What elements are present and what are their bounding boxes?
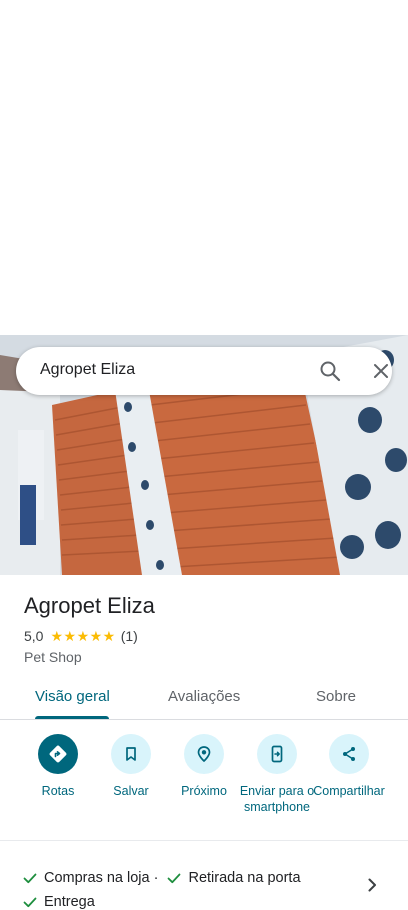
tab-reviews[interactable]: Avaliações <box>168 688 240 705</box>
bookmark-icon <box>111 734 151 774</box>
review-count[interactable]: (1) <box>121 628 138 644</box>
divider <box>0 840 408 841</box>
rating-value: 5,0 <box>24 628 44 644</box>
rating-row[interactable]: 5,0 ★★★★★ (1) <box>24 627 138 645</box>
tab-bar: Visão geral Avaliações Sobre <box>0 676 408 720</box>
check-icon <box>168 873 181 884</box>
map-area-blank <box>0 0 408 335</box>
send-to-phone-button[interactable]: Enviar para o smartphone <box>237 734 317 815</box>
amenity-label: Entrega <box>44 894 95 910</box>
search-icon[interactable] <box>318 359 342 383</box>
search-bar[interactable]: Agropet Eliza <box>16 347 392 395</box>
amenity-in-store-shopping: Compras na loja · <box>22 868 158 888</box>
nearby-icon <box>184 734 224 774</box>
search-input[interactable]: Agropet Eliza <box>40 361 135 379</box>
send-to-phone-icon <box>257 734 297 774</box>
chevron-right-icon[interactable] <box>362 875 382 895</box>
share-button[interactable]: Compartilhar <box>309 734 389 799</box>
tab-about[interactable]: Sobre <box>316 688 356 705</box>
send-to-phone-label: Enviar para o smartphone <box>239 784 315 814</box>
save-label: Salvar <box>113 784 149 798</box>
nearby-button[interactable]: Próximo <box>164 734 244 799</box>
check-icon <box>23 897 37 908</box>
directions-button[interactable]: Rotas <box>18 734 98 799</box>
share-label: Compartilhar <box>313 784 385 798</box>
directions-label: Rotas <box>41 784 75 798</box>
tab-overview[interactable]: Visão geral <box>35 688 110 705</box>
place-category[interactable]: Pet Shop <box>24 649 82 665</box>
amenity-curbside-pickup: Retirada na porta <box>166 868 301 888</box>
amenity-label: Retirada na porta <box>188 870 301 886</box>
active-tab-indicator <box>35 716 109 719</box>
close-icon[interactable] <box>369 359 393 383</box>
share-icon <box>329 734 369 774</box>
amenity-delivery: Entrega <box>22 892 95 910</box>
check-icon <box>23 873 37 884</box>
save-button[interactable]: Salvar <box>91 734 171 799</box>
place-title: Agropet Eliza <box>24 593 155 618</box>
nearby-label: Próximo <box>181 784 227 798</box>
directions-icon <box>38 734 78 774</box>
amenity-label: Compras na loja · <box>44 870 159 886</box>
star-rating-icon: ★★★★★ <box>50 627 116 644</box>
service-options[interactable]: Compras na loja · Retirada na porta Entr… <box>22 868 342 910</box>
